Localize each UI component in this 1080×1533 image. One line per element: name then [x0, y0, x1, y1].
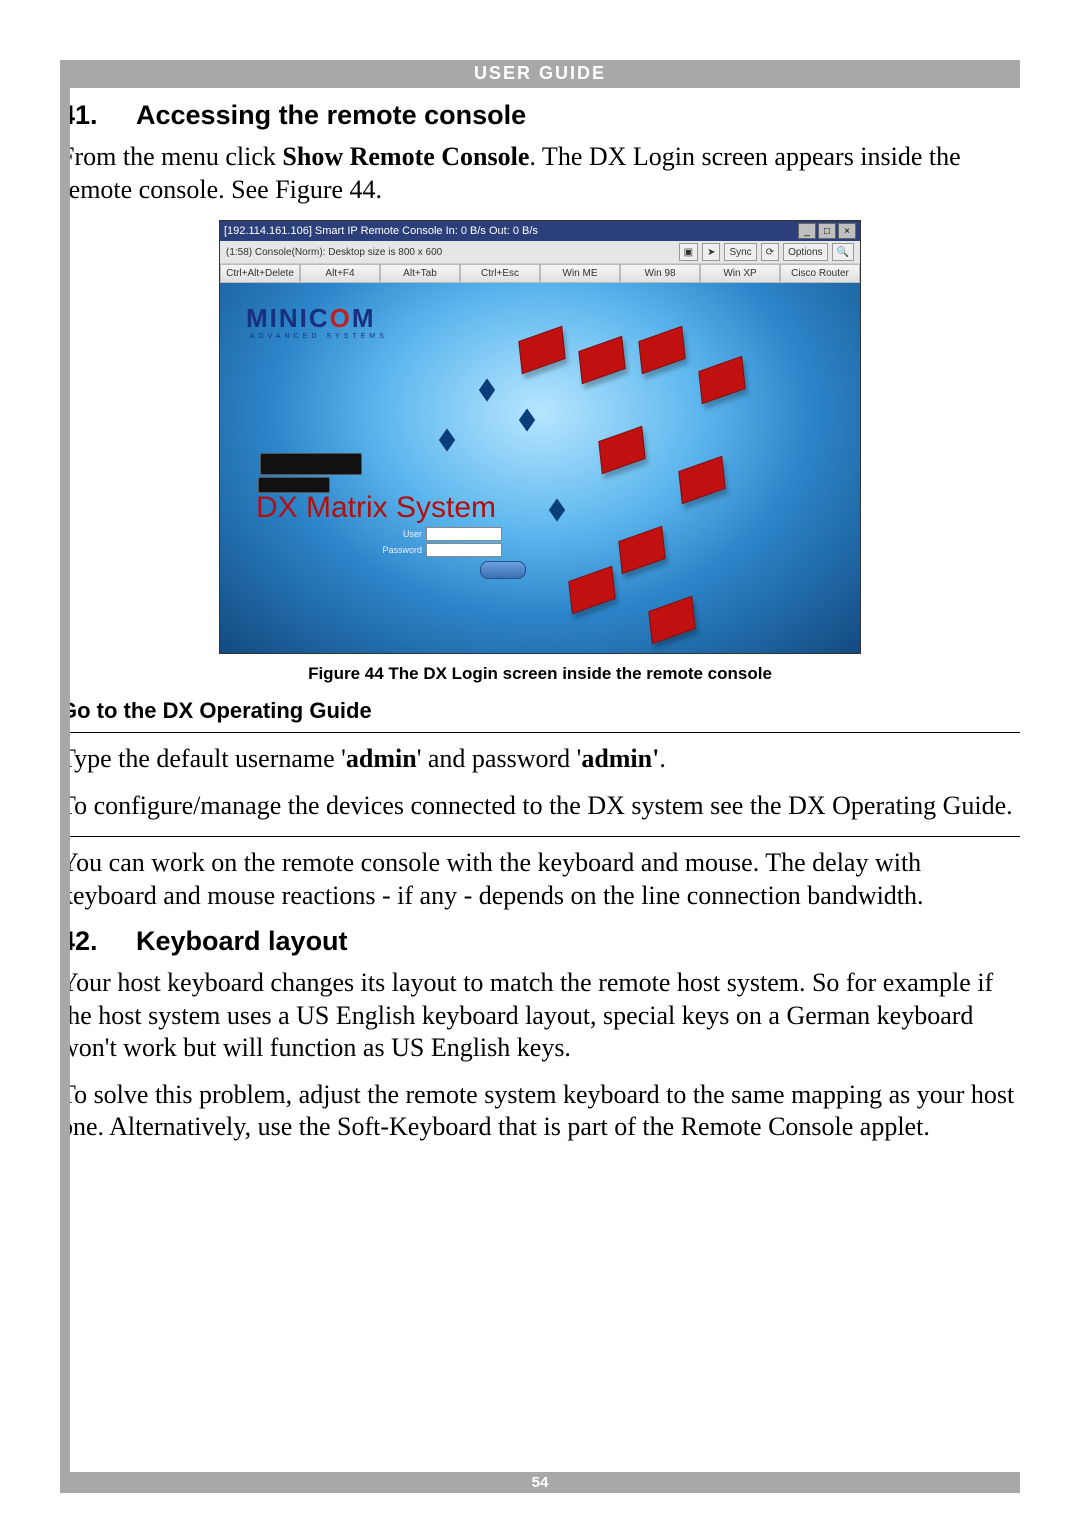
close-button[interactable]: ×: [838, 223, 856, 239]
dx-matrix-title: DX Matrix System: [256, 491, 496, 525]
section-41-heading: 41.Accessing the remote console: [60, 100, 1020, 131]
section-41-number: 41.: [60, 100, 136, 131]
section-42-heading: 42.Keyboard layout: [60, 926, 1020, 957]
remote-console-window: [192.114.161.106] Smart IP Remote Consol…: [219, 220, 861, 654]
search-icon[interactable]: 🔍: [832, 243, 854, 261]
minimize-button[interactable]: _: [798, 223, 816, 239]
admin-user: admin: [346, 744, 417, 773]
section-41-title: Accessing the remote console: [136, 100, 526, 130]
refresh-icon[interactable]: ⟳: [761, 243, 779, 261]
brand-m: M: [352, 303, 376, 333]
hotkey-tabs: Ctrl+Alt+Delete Alt+F4 Alt+Tab Ctrl+Esc …: [220, 263, 860, 283]
divider: [60, 732, 1020, 733]
cursor-icon[interactable]: ➤: [702, 243, 720, 261]
section-42-title: Keyboard layout: [136, 926, 348, 956]
footer-bar: 54: [60, 1472, 1020, 1493]
login-form: User Password: [370, 525, 502, 559]
figure-44: [192.114.161.106] Smart IP Remote Consol…: [60, 220, 1020, 684]
monitor-icon: [598, 426, 645, 474]
tab-ctrl-alt-delete[interactable]: Ctrl+Alt+Delete: [220, 264, 300, 283]
toolbar-icon-1[interactable]: ▣: [679, 243, 698, 261]
tab-alt-tab[interactable]: Alt+Tab: [380, 264, 460, 283]
section-42-number: 42.: [60, 926, 136, 957]
monitor-icon: [638, 326, 685, 374]
remote-viewport: MINICOM ADVANCED SYSTEMS DX Matrix Syste…: [220, 283, 860, 653]
divider: [60, 836, 1020, 837]
left-margin-rule: [60, 60, 70, 1493]
text: Type the default username ': [60, 744, 346, 773]
section-41-para: From the menu click Show Remote Console.…: [60, 141, 1020, 206]
options-button[interactable]: Options: [783, 243, 827, 261]
password-input[interactable]: [426, 543, 502, 557]
window-title: [192.114.161.106] Smart IP Remote Consol…: [224, 225, 796, 237]
configure-para: To configure/manage the devices connecte…: [60, 790, 1020, 823]
monitor-icon: [618, 526, 665, 574]
monitor-icon: [518, 326, 565, 374]
login-button[interactable]: [480, 561, 526, 579]
tab-win-xp[interactable]: Win XP: [700, 264, 780, 283]
minicom-logo: MINICOM: [246, 303, 376, 334]
text: .: [659, 744, 666, 773]
header-bar: USER GUIDE: [60, 60, 1020, 88]
status-text: (1:58) Console(Norm): Desktop size is 80…: [226, 247, 675, 258]
monitor-icon: [678, 456, 725, 504]
minicom-tagline: ADVANCED SYSTEMS: [250, 333, 388, 340]
node-icon: [479, 378, 495, 401]
status-line: (1:58) Console(Norm): Desktop size is 80…: [220, 241, 860, 263]
tab-win-98[interactable]: Win 98: [620, 264, 700, 283]
section-42-para1: Your host keyboard changes its layout to…: [60, 967, 1020, 1065]
user-label: User: [370, 529, 422, 539]
tab-ctrl-esc[interactable]: Ctrl+Esc: [460, 264, 540, 283]
section-42-para2: To solve this problem, adjust the remote…: [60, 1079, 1020, 1144]
sync-button[interactable]: Sync: [724, 243, 756, 261]
show-remote-console-term: Show Remote Console: [282, 142, 529, 171]
text: ' and password ': [417, 744, 582, 773]
page-number: 54: [532, 1474, 549, 1491]
monitor-icon: [698, 356, 745, 404]
node-icon: [519, 408, 535, 431]
default-creds-para: Type the default username 'admin' and pa…: [60, 743, 1020, 776]
node-icon: [549, 498, 565, 521]
password-label: Password: [370, 545, 422, 555]
node-icon: [439, 428, 455, 451]
tab-cisco-router[interactable]: Cisco Router: [780, 264, 860, 283]
go-to-dx-heading: Go to the DX Operating Guide: [60, 698, 1020, 724]
monitor-icon: [648, 596, 695, 644]
brand-o: O: [330, 303, 352, 333]
monitor-icon: [578, 336, 625, 384]
maximize-button[interactable]: □: [818, 223, 836, 239]
monitor-icon: [568, 566, 615, 614]
tab-alt-f4[interactable]: Alt+F4: [300, 264, 380, 283]
delay-para: You can work on the remote console with …: [60, 847, 1020, 912]
figure-44-caption: Figure 44 The DX Login screen inside the…: [60, 664, 1020, 684]
user-input[interactable]: [426, 527, 502, 541]
admin-pass: admin': [581, 744, 659, 773]
text: From the menu click: [60, 142, 282, 171]
tab-win-me[interactable]: Win ME: [540, 264, 620, 283]
window-titlebar: [192.114.161.106] Smart IP Remote Consol…: [220, 221, 860, 241]
brand-text: MINIC: [246, 303, 330, 333]
kvm-device-icon: [260, 453, 362, 475]
